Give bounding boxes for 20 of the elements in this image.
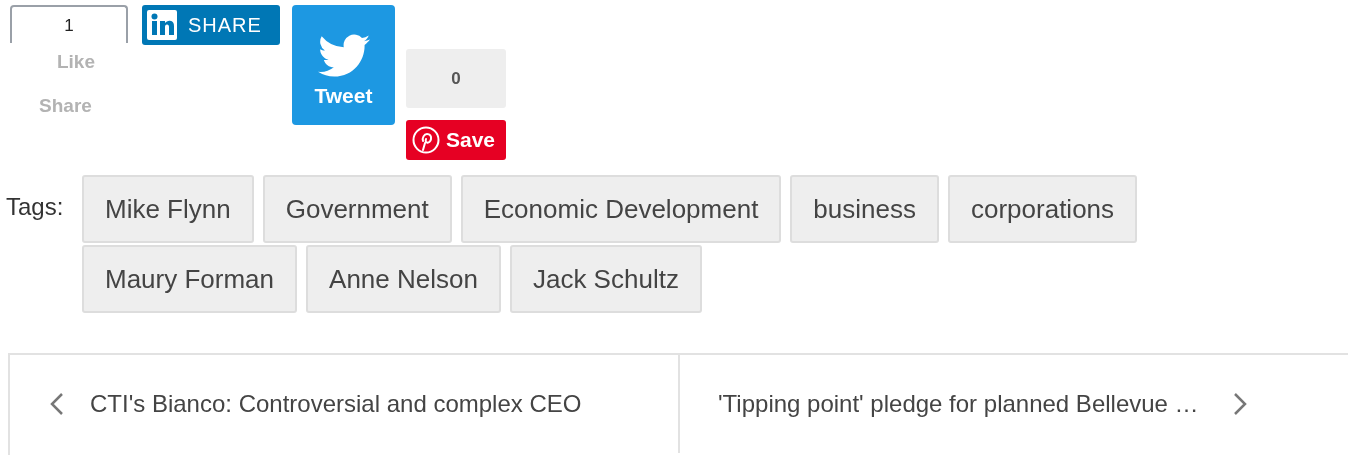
pinterest-logo-icon xyxy=(412,126,440,154)
previous-post-link[interactable]: CTI's Bianco: Controversial and complex CEO xyxy=(10,355,680,453)
linkedin-share-button[interactable]: SHARE xyxy=(142,5,280,45)
like-count: 1 xyxy=(10,5,128,43)
tag-link[interactable]: Maury Forman xyxy=(82,245,298,313)
tag-link[interactable]: Jack Schultz xyxy=(509,245,702,313)
tag-link[interactable]: Economic Development xyxy=(460,175,782,243)
tag-link[interactable]: Mike Flynn xyxy=(82,175,254,243)
pin-count-bubble: 0 xyxy=(406,49,506,108)
tag-link[interactable]: Government xyxy=(262,175,452,243)
chevron-right-icon xyxy=(1232,392,1247,416)
tag-link[interactable]: corporations xyxy=(948,175,1138,243)
chevron-left-icon xyxy=(50,392,64,416)
linkedin-logo-icon xyxy=(146,9,178,41)
tag-link[interactable]: Anne Nelson xyxy=(306,245,501,313)
tags-label: Tags: xyxy=(6,193,65,222)
pinterest-save-button[interactable]: Save xyxy=(406,120,506,160)
bird-icon xyxy=(317,33,370,78)
next-post-link[interactable]: 'Tipping point' pledge for planned Bellevue … xyxy=(680,355,1247,453)
tag-link[interactable]: business xyxy=(790,175,939,243)
